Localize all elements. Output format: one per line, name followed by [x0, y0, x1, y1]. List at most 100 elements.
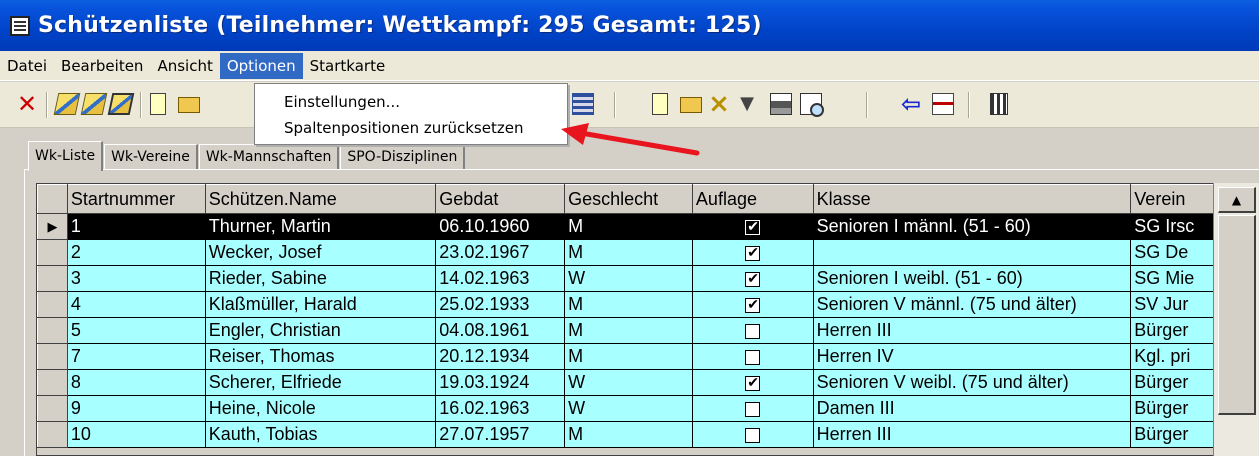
cell-name[interactable]: Kauth, Tobias	[205, 421, 437, 448]
cell-startnummer[interactable]: 7	[67, 343, 206, 370]
row-indicator[interactable]: ▶	[37, 213, 68, 240]
delete-icon[interactable]: ×	[708, 91, 730, 117]
column-header-geschlecht[interactable]: Geschlecht	[564, 184, 693, 214]
table-row[interactable]: ▶ 1Thurner, Martin06.10.1960M Senioren I m…	[37, 213, 1257, 240]
table-row[interactable]: 8Scherer, Elfriede19.03.1924W Senioren V …	[37, 369, 1257, 396]
row-indicator[interactable]	[37, 395, 68, 422]
cell-auflage[interactable]	[692, 395, 814, 422]
table-row[interactable]: 3Rieder, Sabine14.02.1963W Senioren I wei…	[37, 265, 1257, 292]
cell-startnummer[interactable]: 8	[67, 369, 206, 396]
cell-gebdat[interactable]: 27.07.1957	[435, 421, 566, 448]
cell-klasse[interactable]: Senioren V männl. (75 und älter)	[813, 291, 1132, 318]
cell-klasse[interactable]: Senioren V weibl. (75 und älter)	[813, 369, 1132, 396]
cell-geschlecht[interactable]: W	[564, 265, 693, 292]
cell-startnummer[interactable]: 10	[67, 421, 206, 448]
tab-spo-disziplinen[interactable]: SPO-Disziplinen	[340, 144, 466, 170]
book-grid-icon[interactable]	[107, 93, 135, 115]
cell-startnummer[interactable]: 1	[67, 213, 206, 240]
cell-geschlecht[interactable]: W	[564, 395, 693, 422]
app-icon[interactable]	[10, 15, 30, 36]
new-page-icon[interactable]	[150, 93, 166, 115]
row-indicator[interactable]	[37, 265, 68, 292]
cell-auflage[interactable]	[692, 317, 814, 344]
back-arrow-icon[interactable]: ⇦	[900, 92, 922, 116]
cell-gebdat[interactable]: 16.02.1963	[435, 395, 566, 422]
row-indicator[interactable]	[37, 343, 68, 370]
cell-geschlecht[interactable]: M	[564, 421, 693, 448]
auflage-checkbox[interactable]	[745, 401, 761, 417]
table-row[interactable]: 7 Reiser, Thomas 20.12.1934 M Herren IV Kgl. …	[37, 343, 1257, 370]
menu-startkarte[interactable]: Startkarte	[303, 53, 393, 79]
auflage-checkbox[interactable]	[745, 427, 761, 443]
cell-auflage[interactable]	[692, 369, 814, 396]
cell-gebdat[interactable]: 25.02.1933	[435, 291, 566, 318]
row-indicator[interactable]	[37, 421, 68, 448]
cell-klasse[interactable]: Damen III	[813, 395, 1132, 422]
cell-klasse[interactable]: Senioren I weibl. (51 - 60)	[813, 265, 1132, 292]
cell-name[interactable]: Thurner, Martin	[205, 213, 437, 240]
column-header-gebdat[interactable]: Gebdat	[435, 184, 566, 214]
cell-auflage[interactable]	[692, 421, 814, 448]
close-icon[interactable]: ✕	[16, 92, 38, 116]
cell-gebdat[interactable]: 19.03.1924	[435, 369, 566, 396]
cell-geschlecht[interactable]: W	[564, 369, 693, 396]
cell-name[interactable]: Scherer, Elfriede	[205, 369, 437, 396]
new-page-icon[interactable]	[652, 93, 668, 115]
column-header-name[interactable]: Schützen.Name	[204, 184, 437, 214]
cell-klasse[interactable]: Herren III	[813, 421, 1132, 448]
cell-gebdat[interactable]: 06.10.1960	[435, 213, 566, 240]
cell-name[interactable]: Wecker, Josef	[205, 239, 437, 266]
scroll-up-button[interactable]: ▲	[1218, 187, 1256, 213]
cell-startnummer[interactable]: 5	[67, 317, 206, 344]
cell-auflage[interactable]	[692, 291, 814, 318]
cell-auflage[interactable]	[692, 239, 814, 266]
row-indicator[interactable]	[37, 239, 68, 266]
cell-startnummer[interactable]: 4	[67, 291, 206, 318]
cell-startnummer[interactable]: 9	[67, 395, 206, 422]
cell-startnummer[interactable]: 3	[67, 265, 206, 292]
cell-gebdat[interactable]: 23.02.1967	[435, 239, 566, 266]
menu-datei[interactable]: Datei	[0, 53, 54, 79]
cell-name[interactable]: Klaßmüller, Harald	[205, 291, 437, 318]
cell-auflage[interactable]	[692, 213, 814, 240]
column-header-klasse[interactable]: Klasse	[812, 184, 1132, 214]
cell-name[interactable]: Heine, Nicole	[205, 395, 437, 422]
open-book-icon[interactable]	[53, 93, 81, 115]
book-icon[interactable]	[80, 93, 108, 115]
columns-icon[interactable]	[572, 93, 594, 115]
table-row[interactable]: 9 Heine, Nicole 16.02.1963 W Damen III Bürger	[37, 395, 1257, 422]
tab-wk-mannschaften[interactable]: Wk-Mannschaften	[198, 144, 340, 170]
auflage-checkbox[interactable]	[745, 323, 761, 339]
filter-icon[interactable]: ▼	[736, 93, 758, 115]
row-indicator[interactable]	[37, 369, 68, 396]
cell-auflage[interactable]	[692, 265, 814, 292]
cell-klasse[interactable]: Senioren I männl. (51 - 60)	[813, 213, 1132, 240]
menu-optionen[interactable]: Optionen	[219, 52, 303, 79]
menu-item-einstellungen[interactable]: Einstellungen...	[255, 89, 567, 115]
auflage-checkbox[interactable]	[745, 244, 761, 261]
open-folder-icon[interactable]	[680, 97, 702, 113]
cell-klasse[interactable]: Herren III	[813, 317, 1132, 344]
menu-bearbeiten[interactable]: Bearbeiten	[54, 53, 150, 79]
tab-wk-liste[interactable]: Wk-Liste	[28, 141, 104, 171]
grid-icon[interactable]	[990, 93, 1008, 115]
table-row[interactable]: 4Klaßmüller, Harald25.02.1933M Senioren V…	[37, 291, 1257, 318]
cell-geschlecht[interactable]: M	[564, 343, 693, 370]
tab-wk-vereine[interactable]: Wk-Vereine	[104, 144, 198, 170]
row-indicator[interactable]	[37, 291, 68, 318]
auflage-checkbox[interactable]	[745, 349, 761, 365]
auflage-checkbox[interactable]	[745, 218, 761, 235]
cell-gebdat[interactable]: 04.08.1961	[435, 317, 566, 344]
row-indicator[interactable]	[37, 317, 68, 344]
menu-item-spaltenpositionen-zuruecksetzen[interactable]: Spaltenpositionen zurücksetzen	[255, 115, 567, 141]
menu-ansicht[interactable]: Ansicht	[150, 53, 219, 79]
cell-geschlecht[interactable]: M	[564, 291, 693, 318]
cell-klasse[interactable]	[813, 239, 1132, 266]
cell-name[interactable]: Reiser, Thomas	[205, 343, 437, 370]
auflage-checkbox[interactable]	[745, 270, 761, 287]
table-row[interactable]: 10 Kauth, Tobias 27.07.1957 M Herren III Bürg…	[37, 421, 1257, 448]
id-card-icon[interactable]	[932, 93, 954, 115]
cell-name[interactable]: Rieder, Sabine	[205, 265, 437, 292]
cell-auflage[interactable]	[692, 343, 814, 370]
scroll-thumb[interactable]	[1218, 215, 1256, 415]
